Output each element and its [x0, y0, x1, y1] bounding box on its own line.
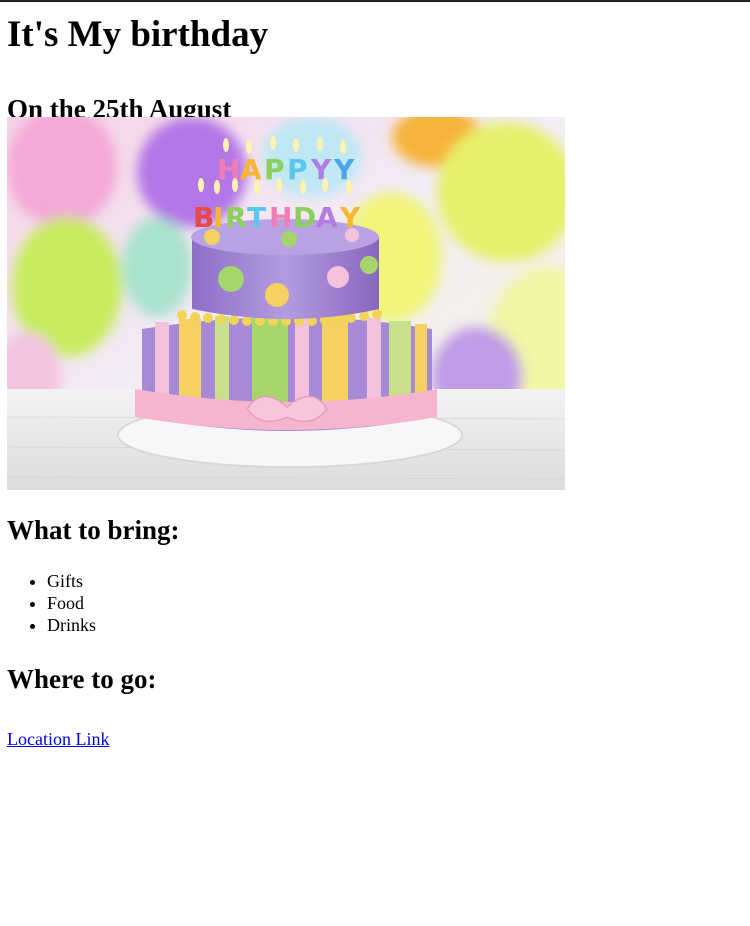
location-container: Location Link [7, 728, 109, 750]
list-item: Gifts [47, 570, 743, 592]
svg-text:Y: Y [339, 201, 361, 234]
bring-list: Gifts Food Drinks [7, 570, 743, 636]
svg-text:D: D [293, 201, 316, 234]
svg-text:I: I [213, 201, 223, 234]
list-item: Drinks [47, 614, 743, 636]
svg-text:B: B [193, 201, 214, 234]
location-link[interactable]: Location Link [7, 729, 109, 749]
party-date: On the 25th August [7, 94, 232, 124]
page-title: It's My birthday [7, 14, 269, 55]
bring-heading: What to bring: [7, 515, 180, 545]
where-heading: Where to go: [7, 664, 157, 694]
birthday-cake-image: H A P P Y Y B I R T H D A Y [7, 117, 565, 490]
list-item: Food [47, 592, 743, 614]
svg-text:R: R [225, 201, 247, 234]
page: It's My birthday On the 25th August H A … [0, 2, 750, 750]
svg-text:Y: Y [310, 153, 332, 186]
svg-text:T: T [247, 201, 266, 234]
svg-text:H: H [269, 201, 292, 234]
svg-text:A: A [316, 201, 338, 234]
svg-text:A: A [240, 153, 262, 186]
svg-text:Y: Y [333, 153, 355, 186]
